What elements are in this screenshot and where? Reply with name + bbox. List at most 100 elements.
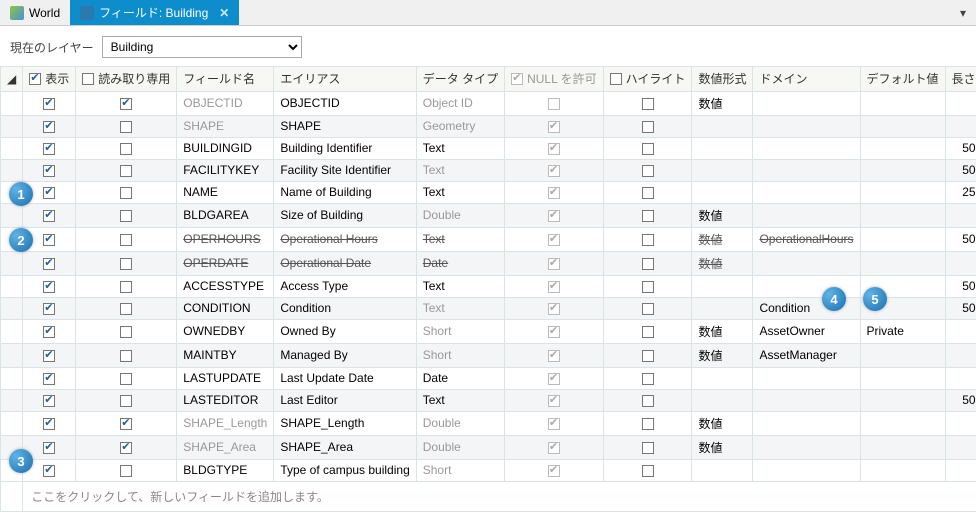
highlight-checkbox[interactable] bbox=[642, 373, 654, 385]
domain-cell[interactable] bbox=[753, 389, 860, 411]
numfmt-cell[interactable] bbox=[692, 459, 753, 481]
fieldname-cell[interactable]: SHAPE_Length bbox=[177, 411, 274, 435]
alias-cell[interactable]: Building Identifier bbox=[274, 137, 416, 159]
highlight-header-checkbox[interactable] bbox=[610, 73, 622, 85]
alias-cell[interactable]: Last Update Date bbox=[274, 367, 416, 389]
datatype-cell[interactable]: Date bbox=[416, 367, 504, 389]
visible-checkbox[interactable] bbox=[43, 258, 55, 270]
table-row[interactable]: OWNEDBYOwned ByShort数値AssetOwnerPrivate bbox=[1, 319, 976, 343]
datatype-cell[interactable]: Text bbox=[416, 389, 504, 411]
domain-cell[interactable] bbox=[753, 251, 860, 275]
visible-header-checkbox[interactable] bbox=[29, 73, 41, 85]
table-row[interactable]: LASTEDITORLast EditorText50 bbox=[1, 389, 976, 411]
numfmt-cell[interactable] bbox=[692, 275, 753, 297]
header-default[interactable]: デフォルト値 bbox=[860, 67, 945, 92]
visible-checkbox[interactable] bbox=[43, 465, 55, 477]
datatype-cell[interactable]: Geometry bbox=[416, 115, 504, 137]
readonly-checkbox[interactable] bbox=[120, 350, 132, 362]
row-handle[interactable] bbox=[1, 137, 23, 159]
table-row[interactable]: BLDGTYPEType of campus buildingShort bbox=[1, 459, 976, 481]
table-row[interactable]: BUILDINGIDBuilding IdentifierText50 bbox=[1, 137, 976, 159]
datatype-cell[interactable]: Text bbox=[416, 137, 504, 159]
fieldname-cell[interactable]: OBJECTID bbox=[177, 91, 274, 115]
highlight-checkbox[interactable] bbox=[642, 395, 654, 407]
datatype-cell[interactable]: Double bbox=[416, 411, 504, 435]
row-handle[interactable] bbox=[1, 115, 23, 137]
numfmt-cell[interactable] bbox=[692, 159, 753, 181]
readonly-header-checkbox[interactable] bbox=[82, 73, 94, 85]
nullable-checkbox[interactable] bbox=[548, 465, 560, 477]
visible-checkbox[interactable] bbox=[43, 442, 55, 454]
readonly-checkbox[interactable] bbox=[120, 143, 132, 155]
header-length[interactable]: 長さ bbox=[945, 67, 976, 92]
readonly-checkbox[interactable] bbox=[120, 187, 132, 199]
alias-cell[interactable]: Last Editor bbox=[274, 389, 416, 411]
row-handle[interactable] bbox=[1, 91, 23, 115]
alias-cell[interactable]: Type of campus building bbox=[274, 459, 416, 481]
highlight-checkbox[interactable] bbox=[642, 442, 654, 454]
domain-cell[interactable] bbox=[753, 159, 860, 181]
header-readonly[interactable]: 読み取り専用 bbox=[76, 67, 177, 92]
length-cell[interactable]: 50 bbox=[945, 137, 976, 159]
highlight-checkbox[interactable] bbox=[642, 234, 654, 246]
highlight-checkbox[interactable] bbox=[642, 165, 654, 177]
alias-cell[interactable]: Condition bbox=[274, 297, 416, 319]
current-layer-select[interactable]: Building bbox=[102, 36, 302, 58]
readonly-checkbox[interactable] bbox=[120, 234, 132, 246]
nullable-header-checkbox[interactable] bbox=[511, 73, 523, 85]
readonly-checkbox[interactable] bbox=[120, 418, 132, 430]
datatype-cell[interactable]: Text bbox=[416, 227, 504, 251]
fieldname-cell[interactable]: ACCESSTYPE bbox=[177, 275, 274, 297]
numfmt-cell[interactable]: 数値 bbox=[692, 203, 753, 227]
header-highlight[interactable]: ハイライト bbox=[603, 67, 692, 92]
highlight-checkbox[interactable] bbox=[642, 98, 654, 110]
domain-cell[interactable]: AssetManager bbox=[753, 343, 860, 367]
default-cell[interactable] bbox=[860, 181, 945, 203]
default-cell[interactable] bbox=[860, 251, 945, 275]
numfmt-cell[interactable]: 数値 bbox=[692, 91, 753, 115]
header-rowhandle[interactable]: ◢ bbox=[1, 67, 23, 92]
length-cell[interactable] bbox=[945, 435, 976, 459]
default-cell[interactable] bbox=[860, 367, 945, 389]
readonly-checkbox[interactable] bbox=[120, 303, 132, 315]
length-cell[interactable]: 50 bbox=[945, 159, 976, 181]
table-row[interactable]: LASTUPDATELast Update DateDate bbox=[1, 367, 976, 389]
default-cell[interactable] bbox=[860, 91, 945, 115]
highlight-checkbox[interactable] bbox=[642, 258, 654, 270]
tab-fields[interactable]: フィールド: Building ✕ bbox=[70, 0, 239, 25]
fieldname-cell[interactable]: OPERDATE bbox=[177, 251, 274, 275]
nullable-checkbox[interactable] bbox=[548, 121, 560, 133]
visible-checkbox[interactable] bbox=[43, 418, 55, 430]
numfmt-cell[interactable] bbox=[692, 181, 753, 203]
table-row[interactable]: SHAPE_AreaSHAPE_AreaDouble数値 bbox=[1, 435, 976, 459]
alias-cell[interactable]: SHAPE_Length bbox=[274, 411, 416, 435]
row-handle[interactable] bbox=[1, 389, 23, 411]
nullable-checkbox[interactable] bbox=[548, 418, 560, 430]
fieldname-cell[interactable]: BLDGAREA bbox=[177, 203, 274, 227]
nullable-checkbox[interactable] bbox=[548, 303, 560, 315]
default-cell[interactable] bbox=[860, 159, 945, 181]
highlight-checkbox[interactable] bbox=[642, 187, 654, 199]
alias-cell[interactable]: Facility Site Identifier bbox=[274, 159, 416, 181]
domain-cell[interactable] bbox=[753, 203, 860, 227]
row-handle[interactable] bbox=[1, 159, 23, 181]
length-cell[interactable] bbox=[945, 459, 976, 481]
fieldname-cell[interactable]: FACILITYKEY bbox=[177, 159, 274, 181]
readonly-checkbox[interactable] bbox=[120, 281, 132, 293]
readonly-checkbox[interactable] bbox=[120, 258, 132, 270]
table-row[interactable]: FACILITYKEYFacility Site IdentifierText5… bbox=[1, 159, 976, 181]
visible-checkbox[interactable] bbox=[43, 165, 55, 177]
readonly-checkbox[interactable] bbox=[120, 373, 132, 385]
datatype-cell[interactable]: Object ID bbox=[416, 91, 504, 115]
highlight-checkbox[interactable] bbox=[642, 465, 654, 477]
fieldname-cell[interactable]: SHAPE_Area bbox=[177, 435, 274, 459]
datatype-cell[interactable]: Double bbox=[416, 435, 504, 459]
visible-checkbox[interactable] bbox=[43, 121, 55, 133]
fieldname-cell[interactable]: MAINTBY bbox=[177, 343, 274, 367]
header-nullable[interactable]: NULL を許可 bbox=[505, 67, 604, 92]
readonly-checkbox[interactable] bbox=[120, 395, 132, 407]
readonly-checkbox[interactable] bbox=[120, 326, 132, 338]
table-row[interactable]: OBJECTIDOBJECTIDObject ID数値 bbox=[1, 91, 976, 115]
highlight-checkbox[interactable] bbox=[642, 418, 654, 430]
default-cell[interactable] bbox=[860, 389, 945, 411]
